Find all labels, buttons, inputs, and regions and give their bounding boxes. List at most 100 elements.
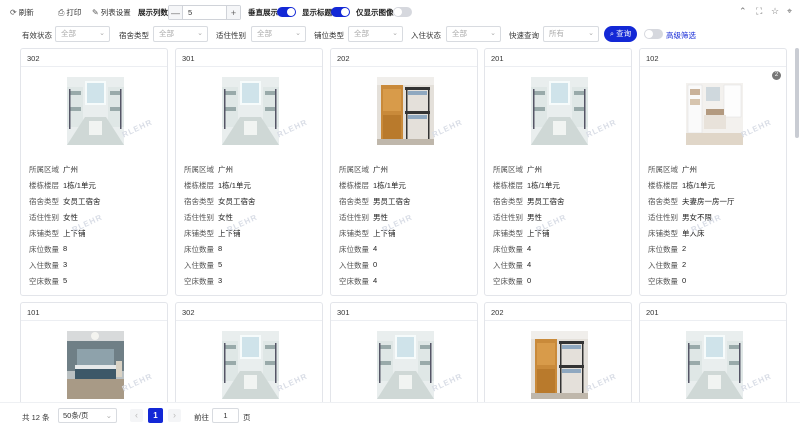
property-label: 宿舍类型 bbox=[29, 197, 59, 206]
property-label: 所属区域 bbox=[29, 165, 59, 174]
status-select[interactable]: 全部 ⌄ bbox=[55, 26, 110, 42]
property-label: 适住性别 bbox=[184, 213, 214, 222]
card-title: 202 bbox=[337, 54, 350, 63]
collapse-icon[interactable]: ⌃ bbox=[739, 6, 747, 17]
property-label: 楼栋楼层 bbox=[339, 181, 369, 190]
property-label: 宿舍类型 bbox=[493, 197, 523, 206]
property-value: 1栋/1单元 bbox=[218, 181, 251, 190]
query-button[interactable]: ⌕ 查询 bbox=[604, 26, 637, 42]
search-icon: ⌕ bbox=[609, 29, 615, 38]
page-size-select[interactable]: 50条/页 ⌄ bbox=[58, 408, 117, 423]
room-card[interactable]: 301 所属区域 广州 楼栋楼层 1栋/1单元 宿舍类型 女员工宿舍 适住性别 女性 床铺类型 上下… bbox=[175, 48, 323, 296]
room-photo[interactable] bbox=[531, 77, 588, 145]
room-photo[interactable] bbox=[67, 331, 124, 399]
property-label: 宿舍类型 bbox=[648, 197, 678, 206]
vertical-toggle[interactable] bbox=[277, 7, 296, 17]
dorm-type-filter-label: 宿舍类型 bbox=[119, 31, 149, 40]
card-title: 101 bbox=[27, 308, 40, 317]
room-card[interactable]: 101 RLEHR bbox=[20, 302, 168, 412]
room-card[interactable]: 202 所属区域 广州 楼栋楼层 1栋/1单元 宿舍类型 男员工宿舍 适住性别 男性 床铺类型 上下… bbox=[330, 48, 478, 296]
show-title-toggle[interactable] bbox=[331, 7, 350, 17]
room-card[interactable]: 202 RLEHR bbox=[484, 302, 632, 412]
room-card[interactable]: 102 2 所属区域 广州 楼栋楼层 1栋/1单元 宿舍类型 夫妻房一房一厅 适住性别 男女不限床… bbox=[639, 48, 787, 296]
columns-label: 展示列数 bbox=[138, 8, 168, 17]
chevron-down-icon: ⌄ bbox=[295, 30, 301, 37]
scrollbar[interactable] bbox=[795, 48, 799, 138]
property-label: 入住数量 bbox=[648, 261, 678, 270]
divider bbox=[331, 66, 477, 67]
room-photo[interactable] bbox=[377, 77, 434, 145]
fullscreen-icon[interactable]: ⛶ bbox=[756, 6, 762, 17]
edit-icon: ✎ bbox=[92, 8, 99, 17]
watermark: RLEHR bbox=[275, 117, 309, 140]
advanced-toggle[interactable] bbox=[644, 29, 663, 39]
property-value: 广州 bbox=[63, 165, 78, 174]
room-photo[interactable] bbox=[222, 331, 279, 399]
divider bbox=[485, 320, 631, 321]
occupancy-select[interactable]: 全部 ⌄ bbox=[446, 26, 501, 42]
property-label: 床铺类型 bbox=[184, 229, 214, 238]
card-title: 102 bbox=[646, 54, 659, 63]
star-icon[interactable]: ☆ bbox=[771, 6, 779, 17]
property-value: 男员工宿舍 bbox=[527, 197, 565, 206]
property-label: 楼栋楼层 bbox=[184, 181, 214, 190]
quick-select[interactable]: 所有 ⌄ bbox=[543, 26, 599, 42]
room-card[interactable]: 302 RLEHR bbox=[175, 302, 323, 412]
property-value: 1栋/1单元 bbox=[527, 181, 560, 190]
property-label: 楼栋楼层 bbox=[493, 181, 523, 190]
room-photo[interactable] bbox=[222, 77, 279, 145]
room-card[interactable]: 201 所属区域 广州 楼栋楼层 1栋/1单元 宿舍类型 男员工宿舍 适住性别 男性 床铺类型 上下… bbox=[484, 48, 632, 296]
list-settings-button[interactable]: ✎ 列表设置 bbox=[92, 7, 131, 18]
property-label: 空床数量 bbox=[29, 277, 59, 286]
goto-label: 前往 bbox=[194, 413, 209, 422]
bed-type-filter-label: 铺位类型 bbox=[314, 31, 344, 40]
room-photo[interactable] bbox=[377, 331, 434, 399]
property-label: 入住数量 bbox=[339, 261, 369, 270]
property-value: 2 bbox=[682, 244, 687, 253]
dorm-type-select[interactable]: 全部 ⌄ bbox=[153, 26, 208, 42]
property-label: 床铺类型 bbox=[339, 229, 369, 238]
stepper-value[interactable]: 5 bbox=[183, 6, 226, 19]
property-value: 4 bbox=[527, 244, 532, 253]
stepper-plus-button[interactable]: + bbox=[226, 6, 240, 19]
room-photo[interactable] bbox=[686, 331, 743, 399]
watermark: RLEHR bbox=[120, 117, 154, 140]
bed-type-select[interactable]: 全部 ⌄ bbox=[348, 26, 403, 42]
property-label: 床位数量 bbox=[184, 245, 214, 254]
card-title: 302 bbox=[27, 54, 40, 63]
current-page[interactable]: 1 bbox=[148, 408, 163, 423]
property-label: 床位数量 bbox=[339, 245, 369, 254]
property-label: 适住性别 bbox=[29, 213, 59, 222]
refresh-icon: ⟳ bbox=[10, 8, 17, 17]
property-value: 3 bbox=[218, 276, 223, 285]
room-photo[interactable] bbox=[531, 331, 588, 399]
quick-filter-label: 快速查询 bbox=[509, 31, 539, 40]
property-value: 1栋/1单元 bbox=[63, 181, 96, 190]
prev-page-button[interactable]: ‹ bbox=[130, 409, 143, 422]
goto-page-input[interactable]: 1 bbox=[212, 408, 239, 423]
room-card[interactable]: 201 RLEHR bbox=[639, 302, 787, 412]
watermark: RLEHR bbox=[584, 117, 618, 140]
filter-bar: 有效状态 全部 ⌄ 宿舍类型 全部 ⌄ 适住性别 全部 ⌄ 铺位类型 全部 ⌄ 入住状态… bbox=[0, 26, 800, 44]
divider bbox=[21, 66, 167, 67]
next-page-button[interactable]: › bbox=[168, 409, 181, 422]
only-image-toggle[interactable] bbox=[393, 7, 412, 17]
room-photo[interactable] bbox=[686, 77, 743, 145]
room-card[interactable]: 302 所属区域 广州 楼栋楼层 1栋/1单元 宿舍类型 女员工宿舍 适住性别 女性 床铺类型 上下… bbox=[20, 48, 168, 296]
refresh-button[interactable]: ⟳ 刷新 bbox=[10, 7, 34, 18]
divider bbox=[21, 320, 167, 321]
stepper-minus-button[interactable]: — bbox=[169, 6, 183, 19]
card-title: 201 bbox=[646, 308, 659, 317]
pin-icon[interactable]: ⌖ bbox=[787, 6, 792, 17]
print-button[interactable]: ⎙ 打印 bbox=[58, 7, 81, 18]
watermark: RLEHR bbox=[120, 371, 154, 394]
property-value: 1栋/1单元 bbox=[682, 181, 715, 190]
gender-select[interactable]: 全部 ⌄ bbox=[251, 26, 306, 42]
card-title: 302 bbox=[182, 308, 195, 317]
columns-stepper[interactable]: — 5 + bbox=[168, 5, 241, 20]
property-label: 空床数量 bbox=[493, 277, 523, 286]
property-value: 4 bbox=[373, 244, 378, 253]
property-value: 女性 bbox=[63, 213, 78, 222]
room-card[interactable]: 301 RLEHR bbox=[330, 302, 478, 412]
room-photo[interactable] bbox=[67, 77, 124, 145]
